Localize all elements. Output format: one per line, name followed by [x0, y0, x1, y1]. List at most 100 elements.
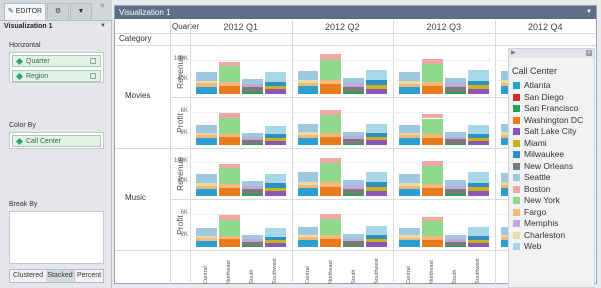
bar-segment: [467, 85, 489, 89]
bar-segment: [241, 87, 263, 93]
bar-segment: [241, 245, 263, 247]
bar-segment: [366, 69, 387, 81]
bar-segment: [421, 137, 443, 145]
horizontal-dropzone[interactable]: Quarter Region: [9, 52, 104, 83]
bar-segment: [218, 215, 240, 220]
visualization-select[interactable]: Visualization 1 ▼: [4, 23, 108, 35]
expand-icon[interactable]: ▶: [511, 49, 516, 56]
close-icon[interactable]: ×: [100, 1, 105, 10]
legend-panel: ▶ × Call Center Atlanta San Diego San Fran…: [508, 48, 595, 288]
bar-segment: [297, 184, 319, 188]
tick-label: 40K: [177, 76, 188, 83]
bar-segment: [444, 245, 466, 247]
bar-segment: [241, 139, 263, 144]
bar-segment: [366, 187, 387, 191]
pencil-icon: ✎: [7, 8, 14, 15]
bar-segment: [241, 92, 263, 94]
bar-segment: [264, 173, 286, 184]
tab-editor[interactable]: ✎ EDITOR: [4, 3, 46, 20]
editor-tabs: ✎ EDITOR ⚙ ▼ ×: [0, 0, 112, 21]
tick-gridline: [395, 112, 493, 113]
grid-line: [190, 20, 191, 285]
bar-segment: [241, 83, 263, 88]
tick-gridline: [293, 60, 391, 62]
bar-segment: [343, 77, 365, 84]
bar-segment: [241, 180, 263, 186]
pill-call-center[interactable]: Call Center: [12, 135, 101, 147]
bar-segment: [399, 83, 420, 87]
bar-segment: [343, 136, 365, 140]
pill-quarter[interactable]: Quarter: [12, 55, 101, 67]
x-axis-label: Central: [304, 266, 311, 284]
category-label: Movies: [125, 91, 151, 100]
x-axis-label: Southwest: [373, 258, 380, 284]
bar-segment: [421, 85, 443, 94]
bar-segment: [467, 140, 489, 145]
mode-percent-button[interactable]: Percent: [74, 270, 104, 282]
legend-title: Call Center: [512, 66, 558, 76]
tab-settings[interactable]: ⚙: [47, 3, 69, 20]
category-label: Music: [125, 193, 146, 202]
dimension-icon: [15, 137, 24, 146]
bar-segment: [467, 227, 489, 236]
tick-label: 2K: [180, 232, 188, 238]
bar-segment: [343, 241, 365, 246]
bar-mode-toggle: Clustered Stacked Percent: [9, 269, 104, 283]
bar-segment: [196, 240, 217, 247]
bar-segment: [467, 182, 489, 188]
x-axis-label: South: [350, 269, 357, 284]
tick-gridline: [293, 214, 391, 215]
tab-editor-label: EDITOR: [15, 8, 43, 15]
bar-segment: [421, 59, 443, 65]
bar-segment: [196, 235, 217, 238]
bar-segment: [320, 163, 342, 183]
bar-segment: [218, 117, 240, 134]
visualization-title-bar[interactable]: Visualization 1 ▼: [115, 6, 596, 19]
bar-segment: [343, 238, 365, 242]
visualization-title: Visualization 1: [119, 8, 171, 17]
chevron-down-icon[interactable]: ▼: [586, 6, 592, 19]
bar-segment: [264, 191, 286, 196]
bar-segment: [399, 183, 420, 186]
bar-segment: [320, 110, 342, 116]
tick-gridline: [395, 162, 493, 164]
pill-options-icon[interactable]: [90, 73, 96, 79]
legend-label: New York: [524, 195, 560, 205]
legend-swatch: [513, 105, 520, 112]
mode-clustered-button[interactable]: Clustered: [10, 270, 47, 282]
bar-segment: [264, 86, 286, 90]
close-icon[interactable]: ×: [586, 50, 592, 56]
legend-label: Seattle: [524, 172, 551, 182]
bar-segment: [343, 86, 365, 93]
bar-segment: [366, 80, 387, 86]
x-axis-label: South: [452, 269, 459, 284]
tick-gridline: [293, 162, 391, 164]
bar-segment: [444, 136, 466, 140]
legend-label: San Diego: [524, 91, 564, 102]
bar-segment: [343, 179, 365, 186]
bar-segment: [264, 125, 286, 135]
bar-segment: [218, 219, 240, 236]
tick-label: 40K: [177, 178, 188, 185]
bar-segment: [196, 135, 217, 139]
bar-segment: [218, 137, 240, 145]
bar-segment: [218, 188, 240, 196]
bar-segment: [444, 241, 466, 246]
bar-segment: [399, 81, 420, 84]
bar-segment: [320, 182, 342, 187]
bar-segment: [196, 125, 217, 134]
bar-segment: [421, 81, 443, 86]
bar-segment: [421, 220, 443, 237]
grid-line: [494, 20, 496, 285]
bar-segment: [366, 182, 387, 188]
break-by-dropzone[interactable]: [9, 211, 104, 264]
tab-filter[interactable]: ▼: [70, 3, 92, 20]
pill-region[interactable]: Region: [12, 70, 101, 82]
color-by-dropzone[interactable]: Call Center: [9, 132, 104, 149]
mode-stacked-button[interactable]: Stacked: [46, 270, 75, 282]
pill-region-label: Region: [26, 73, 49, 80]
bar-segment: [297, 226, 319, 235]
legend-label: Fargo: [524, 206, 547, 217]
pill-options-icon[interactable]: [90, 58, 96, 64]
bar-segment: [320, 132, 342, 137]
